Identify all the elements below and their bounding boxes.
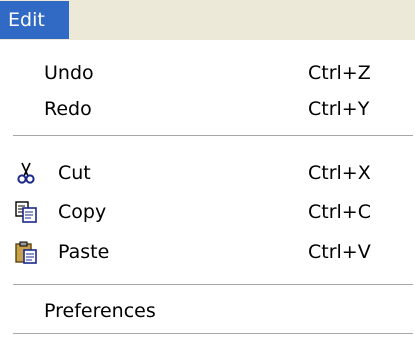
menubar: Edit	[0, 0, 415, 40]
menu-item-label: Undo	[44, 62, 94, 84]
shortcut-label: Ctrl+C	[308, 201, 371, 223]
menu-item-paste[interactable]: Paste Ctrl+V	[0, 234, 415, 270]
paste-icon	[14, 240, 38, 264]
menu-item-label: Preferences	[44, 300, 156, 322]
shortcut-label: Ctrl+Z	[308, 62, 371, 84]
menu-separator	[13, 333, 413, 335]
menu-item-label: Redo	[44, 98, 92, 120]
menu-item-copy[interactable]: Copy Ctrl+C	[0, 194, 415, 230]
menu-item-label: Copy	[58, 201, 107, 223]
shortcut-label: Ctrl+X	[308, 162, 371, 184]
copy-icon	[14, 200, 38, 224]
menu-separator	[13, 284, 413, 286]
menu-separator	[13, 135, 413, 137]
menu-item-redo[interactable]: Redo Ctrl+Y	[0, 91, 415, 127]
shortcut-label: Ctrl+V	[308, 241, 371, 263]
menu-item-label: Cut	[58, 162, 91, 184]
scissors-icon	[14, 161, 38, 185]
menu-item-undo[interactable]: Undo Ctrl+Z	[0, 55, 415, 91]
menu-item-preferences[interactable]: Preferences	[0, 293, 415, 329]
menu-item-cut[interactable]: Cut Ctrl+X	[0, 155, 415, 191]
menu-title-edit[interactable]: Edit	[0, 1, 69, 39]
shortcut-label: Ctrl+Y	[308, 98, 370, 120]
edit-menu: Undo Ctrl+Z Redo Ctrl+Y Cut Ctrl+X Copy …	[0, 40, 415, 337]
menu-item-label: Paste	[58, 241, 110, 263]
